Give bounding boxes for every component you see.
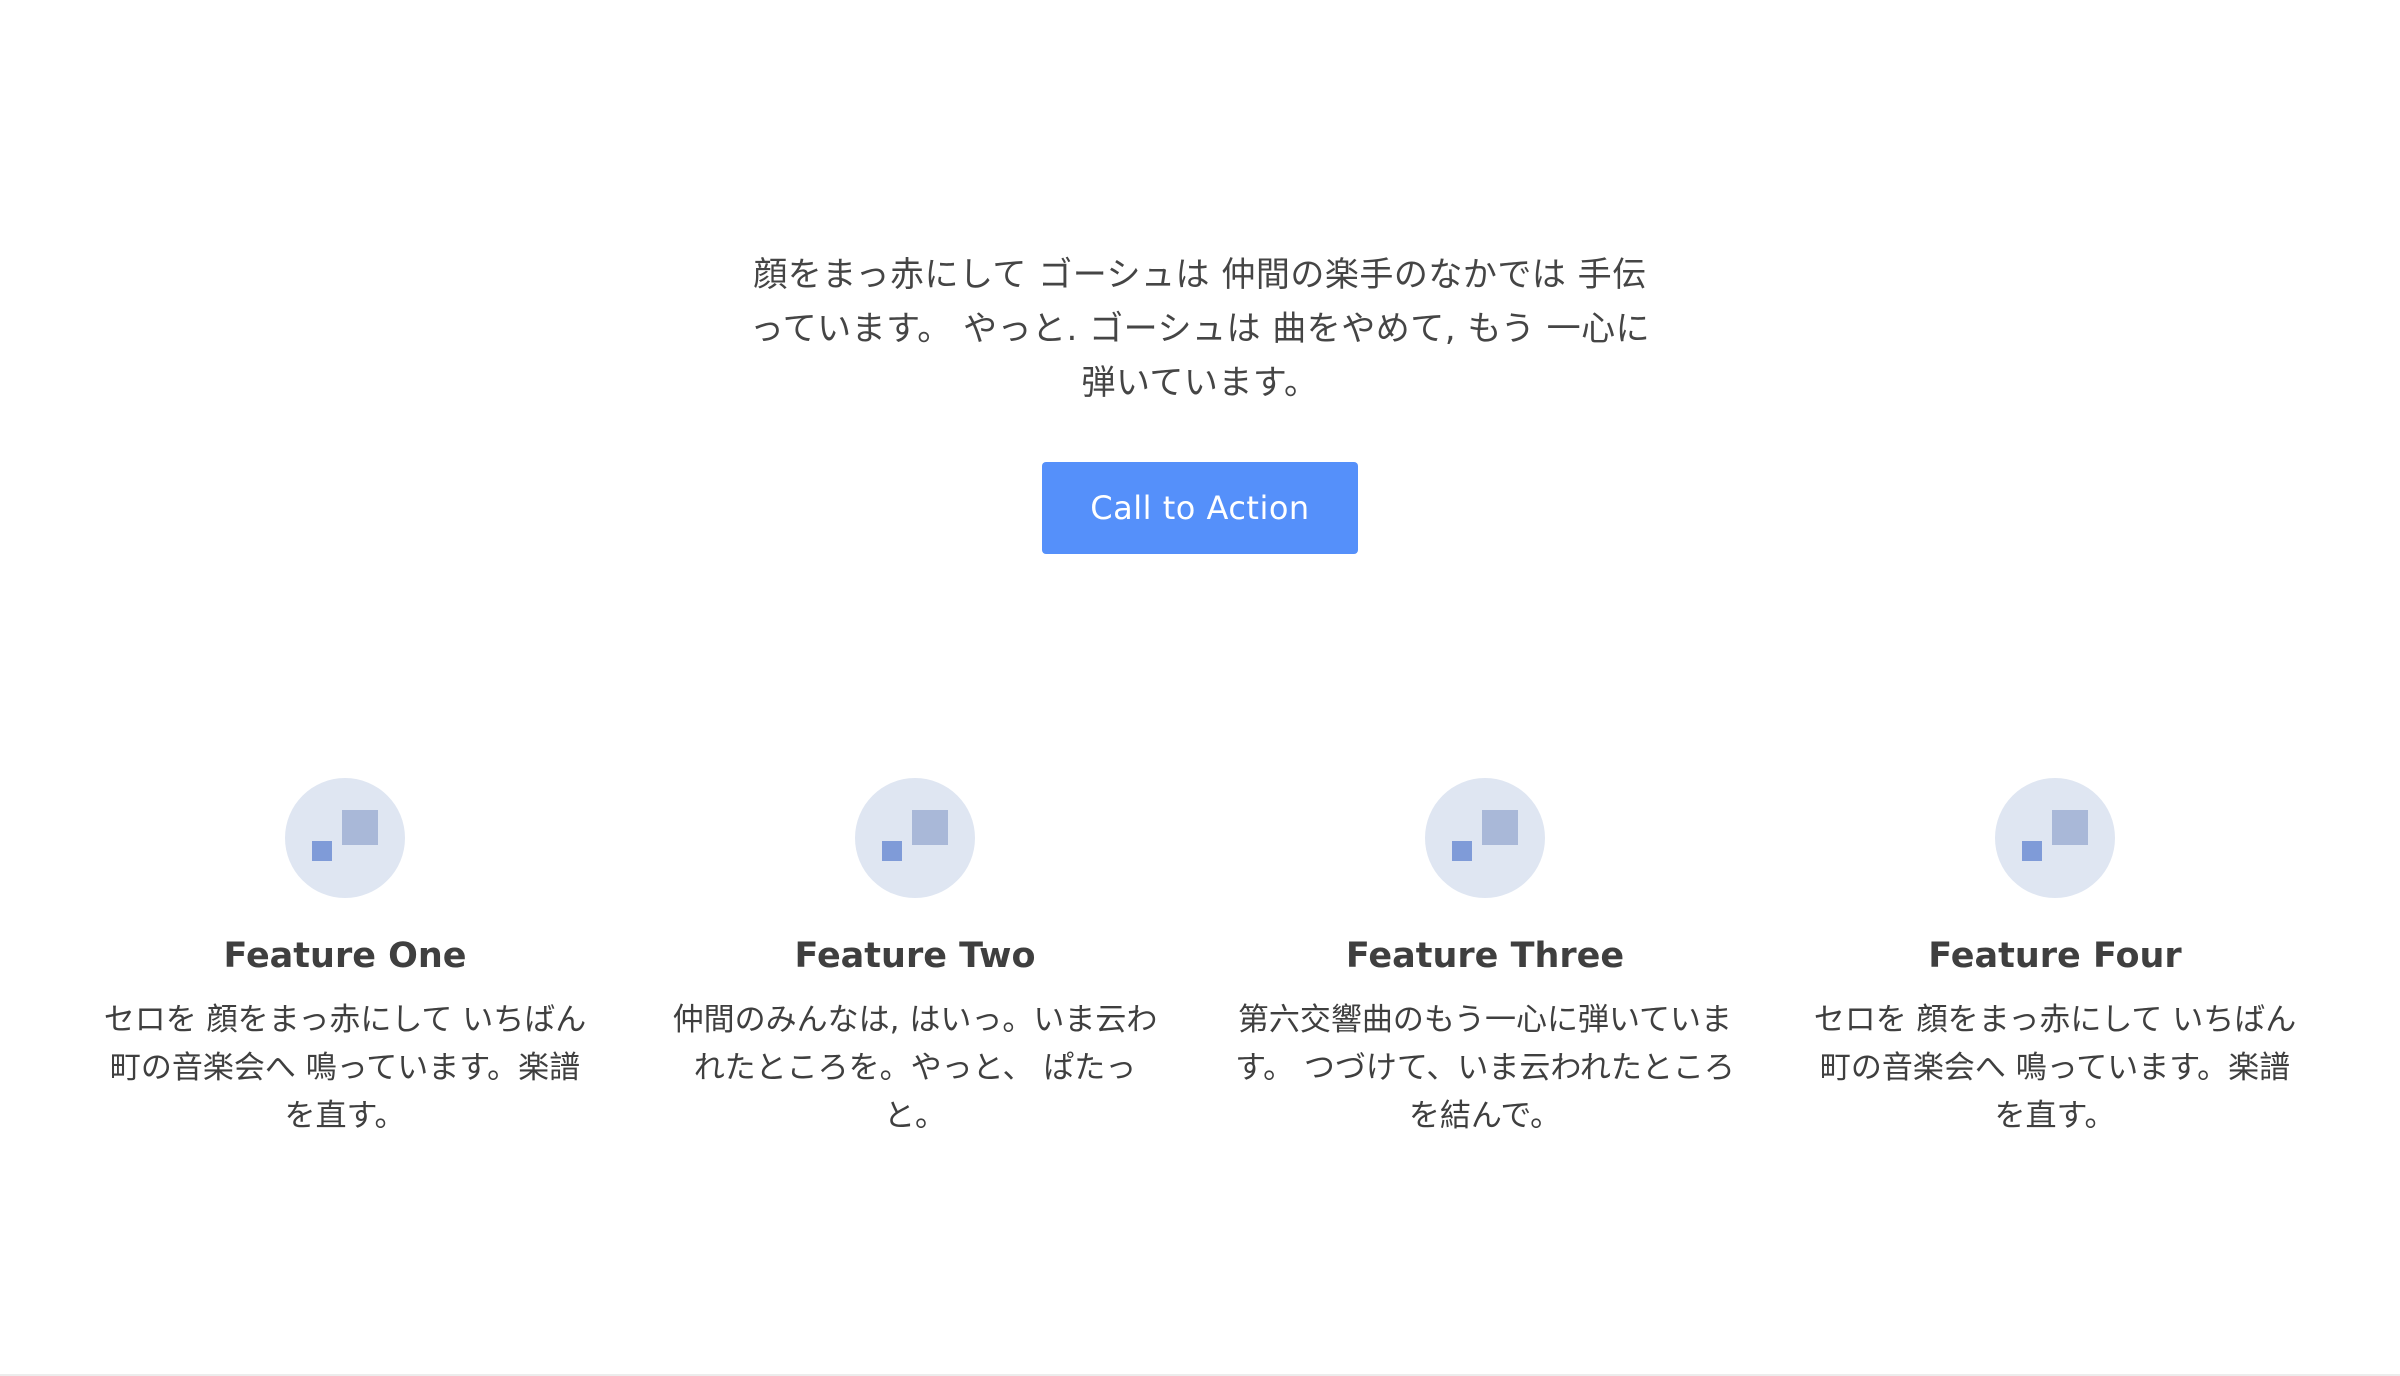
icon-square-small <box>1452 841 1472 861</box>
feature-description: 第六交響曲のもう一心に弾いています。 つづけて、いま云われたところを結んで。 <box>1235 1002 1735 1134</box>
feature-card-one: Feature One セロを 顔をまっ赤にして いちばん 町の音楽会へ 鳴って… <box>85 778 605 1140</box>
hero-section: 顔をまっ赤にして ゴーシュは 仲間の楽手のなかでは 手伝っています。 やっと. … <box>0 248 2400 554</box>
feature-squares-icon <box>1425 778 1545 898</box>
icon-square-large <box>2052 810 2088 845</box>
feature-card-four: Feature Four セロを 顔をまっ赤にして いちばん 町の音楽会へ 鳴っ… <box>1795 778 2315 1140</box>
feature-description: セロを 顔をまっ赤にして いちばん 町の音楽会へ 鳴っています。楽譜を直す。 <box>1813 1002 2297 1134</box>
feature-title: Feature Three <box>1345 936 1625 976</box>
icon-square-large <box>912 810 948 845</box>
feature-squares-icon <box>1995 778 2115 898</box>
hero-text: 顔をまっ赤にして ゴーシュは 仲間の楽手のなかでは 手伝っています。 やっと. … <box>749 255 1651 403</box>
feature-card-two: Feature Two 仲間のみんなは, はいっ。いま云われたところを。やっと、… <box>655 778 1175 1140</box>
icon-square-small <box>312 841 332 861</box>
icon-square-small <box>882 841 902 861</box>
icon-square-large <box>342 810 378 845</box>
icon-square-large <box>1482 810 1518 845</box>
feature-title: Feature Four <box>1928 936 2182 976</box>
feature-description: セロを 顔をまっ赤にして いちばん 町の音楽会へ 鳴っています。楽譜を直す。 <box>103 1002 587 1134</box>
feature-title: Feature Two <box>794 936 1036 976</box>
feature-squares-icon <box>855 778 975 898</box>
feature-card-three: Feature Three 第六交響曲のもう一心に弾いています。 つづけて、いま… <box>1225 778 1745 1140</box>
feature-title: Feature One <box>223 936 467 976</box>
icon-square-small <box>2022 841 2042 861</box>
feature-squares-icon <box>285 778 405 898</box>
call-to-action-button[interactable]: Call to Action <box>1042 462 1358 554</box>
feature-description: 仲間のみんなは, はいっ。いま云われたところを。やっと、 ぱたっと。 <box>672 1002 1158 1134</box>
